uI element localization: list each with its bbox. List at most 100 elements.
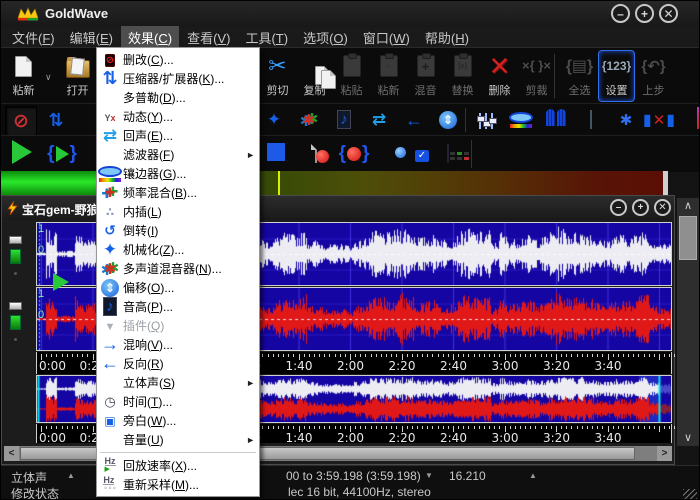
channel-mixer-effect-button[interactable]: ✱ <box>294 106 324 134</box>
fader-handle[interactable] <box>9 302 22 310</box>
level-meter-cap <box>663 171 668 195</box>
paste-button[interactable]: 粘贴 <box>333 50 370 102</box>
menubar-item-F[interactable]: 文件(F) <box>5 26 62 49</box>
doc-minimize-button[interactable]: – <box>610 199 627 216</box>
menubar-item-E[interactable]: 编辑(E) <box>63 26 120 49</box>
scroll-down-arrow[interactable]: ∨ <box>677 430 699 446</box>
title-bar[interactable]: GoldWave – + ✕ <box>1 1 700 27</box>
menubar-item-O[interactable]: 选项(O) <box>296 26 355 49</box>
volume-shape-effect-button[interactable] <box>685 106 700 134</box>
close-button[interactable]: ✕ <box>659 4 678 23</box>
control-properties-button[interactable] <box>431 139 465 169</box>
menu-item-K[interactable]: ⇅压缩器/扩展器(K)... <box>97 69 259 88</box>
ruler-tick <box>582 426 583 429</box>
ruler-tick <box>345 354 346 357</box>
new-dropdown-caret[interactable]: ∨ <box>45 72 52 83</box>
value-dropdown-icon[interactable]: ▲ <box>529 471 537 480</box>
scroll-left-arrow[interactable]: < <box>4 446 19 461</box>
ruler-tick <box>278 354 279 357</box>
menu-item-P[interactable]: ♪音高(P)... <box>97 297 259 316</box>
minimize-button[interactable]: – <box>611 4 630 23</box>
mechanize-effect-button[interactable]: ✦ <box>259 106 289 134</box>
menu-item-F[interactable]: 滤波器(F)► <box>97 145 259 164</box>
menu-item-E[interactable]: ⇄回声(E)... <box>97 126 259 145</box>
copy-button[interactable]: 复制 <box>296 50 333 102</box>
paste-new-button[interactable]: ▫粘新 <box>370 50 407 102</box>
echo-effect-button[interactable]: ⇄ <box>364 106 394 134</box>
disable-effect-button[interactable]: ⊘ <box>5 106 37 136</box>
menu-bar: 文件(F)编辑(E)效果(C)查看(V)工具(T)选项(O)窗口(W)帮助(H) <box>1 27 700 47</box>
noise-reduction-effect-button[interactable]: ▮✕▮ <box>644 106 674 134</box>
menu-item-Q[interactable]: ▼插件(Q) <box>97 316 259 335</box>
playback-marker-icon[interactable] <box>53 273 69 291</box>
ruler-tick <box>273 426 274 429</box>
ruler-tick <box>355 354 356 357</box>
open-folder-button[interactable]: 打开 <box>59 50 96 102</box>
offset-effect-button[interactable]: ⇕ <box>433 106 463 134</box>
toolbar-separator <box>471 140 472 168</box>
selection-dropdown-icon[interactable]: ▼ <box>425 471 433 480</box>
clipboard-glyph: ▫ <box>380 55 398 77</box>
menu-item-T[interactable]: ◷时间(T)... <box>97 392 259 411</box>
record-button[interactable] <box>299 139 333 169</box>
undo-step-button[interactable]: {↶}上步 <box>635 50 672 102</box>
menu-item-L[interactable]: ∴内插(L) <box>97 202 259 221</box>
doc-close-button[interactable]: ✕ <box>654 199 671 216</box>
menu-item-G[interactable]: 镶边器(G)... <box>97 164 259 183</box>
menu-item-D[interactable]: 多普勒(D)... <box>97 88 259 107</box>
reverse-effect-button[interactable]: ← <box>399 106 429 134</box>
doc-maximize-button[interactable]: + <box>632 199 649 216</box>
resize-grip[interactable] <box>683 489 697 499</box>
menu-item-S[interactable]: 立体声(S)► <box>97 373 259 392</box>
equalizer-effect-button[interactable] <box>471 106 501 134</box>
compressor-effect-button[interactable]: ⇅ <box>41 106 71 134</box>
right-channel-fader[interactable] <box>9 302 23 341</box>
menu-item-C[interactable]: ⊘删改(C)... <box>97 50 259 69</box>
cut-button[interactable]: ✂剪切 <box>259 50 296 102</box>
ruler-tick <box>644 354 645 357</box>
trim-button[interactable]: ×{ }×剪裁 <box>518 50 555 102</box>
stop-button[interactable] <box>259 139 293 169</box>
replace-button[interactable]: [x]替换 <box>444 50 481 102</box>
menu-item-R[interactable]: ←反向(R) <box>97 354 259 373</box>
gate-effect-button[interactable] <box>541 106 571 134</box>
select-all-button[interactable]: {▤}全选 <box>561 50 598 102</box>
flanger-effect-button[interactable] <box>506 106 536 134</box>
delete-button[interactable]: ✕删除 <box>481 50 518 102</box>
ruler-tick <box>422 354 423 357</box>
scroll-up-arrow[interactable]: ∧ <box>677 198 699 214</box>
play-selection-button[interactable] <box>45 139 79 169</box>
fader-handle[interactable] <box>9 236 22 244</box>
new-file-button[interactable]: 粘新 <box>5 50 42 102</box>
menu-item-V[interactable]: →混响(V)... <box>97 335 259 354</box>
pop-removal-effect-button[interactable]: ✱ <box>611 106 641 134</box>
play-button[interactable] <box>5 139 39 169</box>
vertical-scrollbar[interactable]: ∧ ∨ <box>677 198 699 446</box>
set-selection-button[interactable]: {123}设置 <box>598 50 635 102</box>
left-channel-fader[interactable] <box>9 236 23 275</box>
menu-item-B[interactable]: ✚频率混合(B)... <box>97 183 259 202</box>
menu-item-N[interactable]: ✱多声道混音器(N)... <box>97 259 259 278</box>
record-selection-button[interactable] <box>337 139 371 169</box>
menu-item-Z[interactable]: ✦机械化(Z)... <box>97 240 259 259</box>
channel-mode-dropdown-icon[interactable]: ▲ <box>67 471 75 480</box>
spectrum-filter-effect-button[interactable] <box>576 106 606 134</box>
menubar-item-H[interactable]: 帮助(H) <box>418 26 476 49</box>
menu-item-Y[interactable]: Yx动态(Y)... <box>97 107 259 126</box>
maximize-button[interactable]: + <box>635 4 654 23</box>
menu-item-M[interactable]: Hz∘∘∘重新采样(M)... <box>97 475 259 494</box>
menu-item-X[interactable]: Hz▶回放速率(X)... <box>97 456 259 475</box>
menubar-item-C[interactable]: 效果(C) <box>121 26 179 49</box>
mix-button[interactable]: +混音 <box>407 50 444 102</box>
menu-item-I[interactable]: ↺倒转(I) <box>97 221 259 240</box>
pitch-effect-button[interactable]: ♪ <box>329 106 359 134</box>
vertical-scroll-thumb[interactable] <box>679 216 697 260</box>
menu-item-W[interactable]: ▣旁白(W)... <box>97 411 259 430</box>
menubar-item-W[interactable]: 窗口(W) <box>356 26 417 49</box>
menubar-item-V[interactable]: 查看(V) <box>180 26 237 49</box>
ruler-tick <box>489 354 490 357</box>
menubar-item-T[interactable]: 工具(T) <box>238 26 295 49</box>
scroll-right-arrow[interactable]: > <box>657 446 672 461</box>
menu-item-O[interactable]: ⇕偏移(O)... <box>97 278 259 297</box>
menu-item-U[interactable]: 音量(U)► <box>97 430 259 449</box>
